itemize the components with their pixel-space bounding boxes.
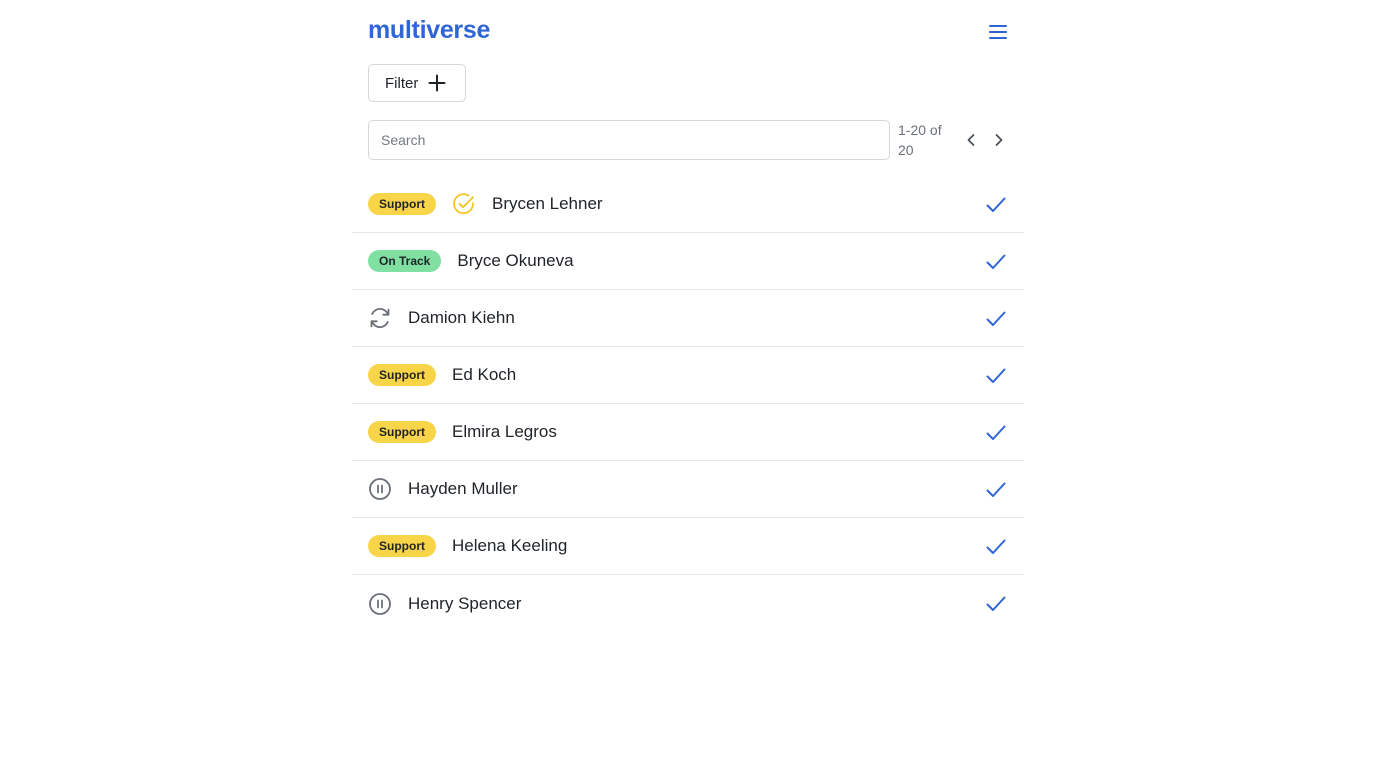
plus-icon: [428, 74, 446, 92]
status-badge: Support: [368, 364, 436, 386]
pagination-range: 1-20 of 20: [898, 122, 942, 158]
checkmark-icon[interactable]: [985, 593, 1007, 615]
status-badge: On Track: [368, 250, 442, 272]
filter-button[interactable]: Filter: [368, 64, 466, 102]
list-item[interactable]: Support Brycen Lehner: [352, 176, 1024, 233]
checkmark-icon[interactable]: [985, 251, 1007, 273]
check-circle-icon: [453, 193, 474, 215]
contact-name: Damion Kiehn: [408, 308, 515, 327]
hamburger-menu-icon[interactable]: [988, 20, 1008, 44]
header: multiverse: [368, 14, 1008, 50]
chevron-right-icon[interactable]: [989, 130, 1009, 150]
list-item[interactable]: Support Helena Keeling: [352, 518, 1024, 575]
list-item[interactable]: Damion Kiehn: [352, 290, 1024, 347]
list-item[interactable]: On Track Bryce Okuneva: [352, 233, 1024, 290]
contact-name: Helena Keeling: [452, 536, 568, 555]
contact-name: Hayden Muller: [408, 479, 518, 498]
list-item[interactable]: Support Elmira Legros: [352, 404, 1024, 461]
pause-circle-icon: [369, 478, 391, 500]
status-badge: Support: [368, 421, 436, 443]
contact-list: Support Brycen Lehner On Track Bryce Oku…: [352, 176, 1024, 632]
brand-logo[interactable]: multiverse: [368, 16, 490, 45]
checkmark-icon[interactable]: [985, 479, 1007, 501]
contact-name: Bryce Okuneva: [457, 251, 574, 270]
list-item[interactable]: Hayden Muller: [352, 461, 1024, 518]
chevron-left-icon[interactable]: [961, 130, 981, 150]
contact-name: Henry Spencer: [408, 593, 522, 613]
checkmark-icon[interactable]: [985, 422, 1007, 444]
checkmark-icon[interactable]: [985, 194, 1007, 216]
checkmark-icon[interactable]: [985, 536, 1007, 558]
list-item[interactable]: Henry Spencer: [352, 575, 1024, 632]
pause-circle-icon: [369, 592, 391, 615]
checkmark-icon[interactable]: [985, 365, 1007, 387]
status-badge: Support: [368, 193, 436, 215]
filter-button-label: Filter: [385, 74, 419, 92]
checkmark-icon[interactable]: [985, 308, 1007, 330]
refresh-icon: [370, 308, 390, 328]
status-badge: Support: [368, 535, 436, 557]
contact-name: Brycen Lehner: [492, 194, 603, 213]
search-input[interactable]: [368, 120, 890, 160]
contact-name: Ed Koch: [452, 365, 517, 384]
list-item[interactable]: Support Ed Koch: [352, 347, 1024, 404]
contact-name: Elmira Legros: [452, 422, 557, 441]
